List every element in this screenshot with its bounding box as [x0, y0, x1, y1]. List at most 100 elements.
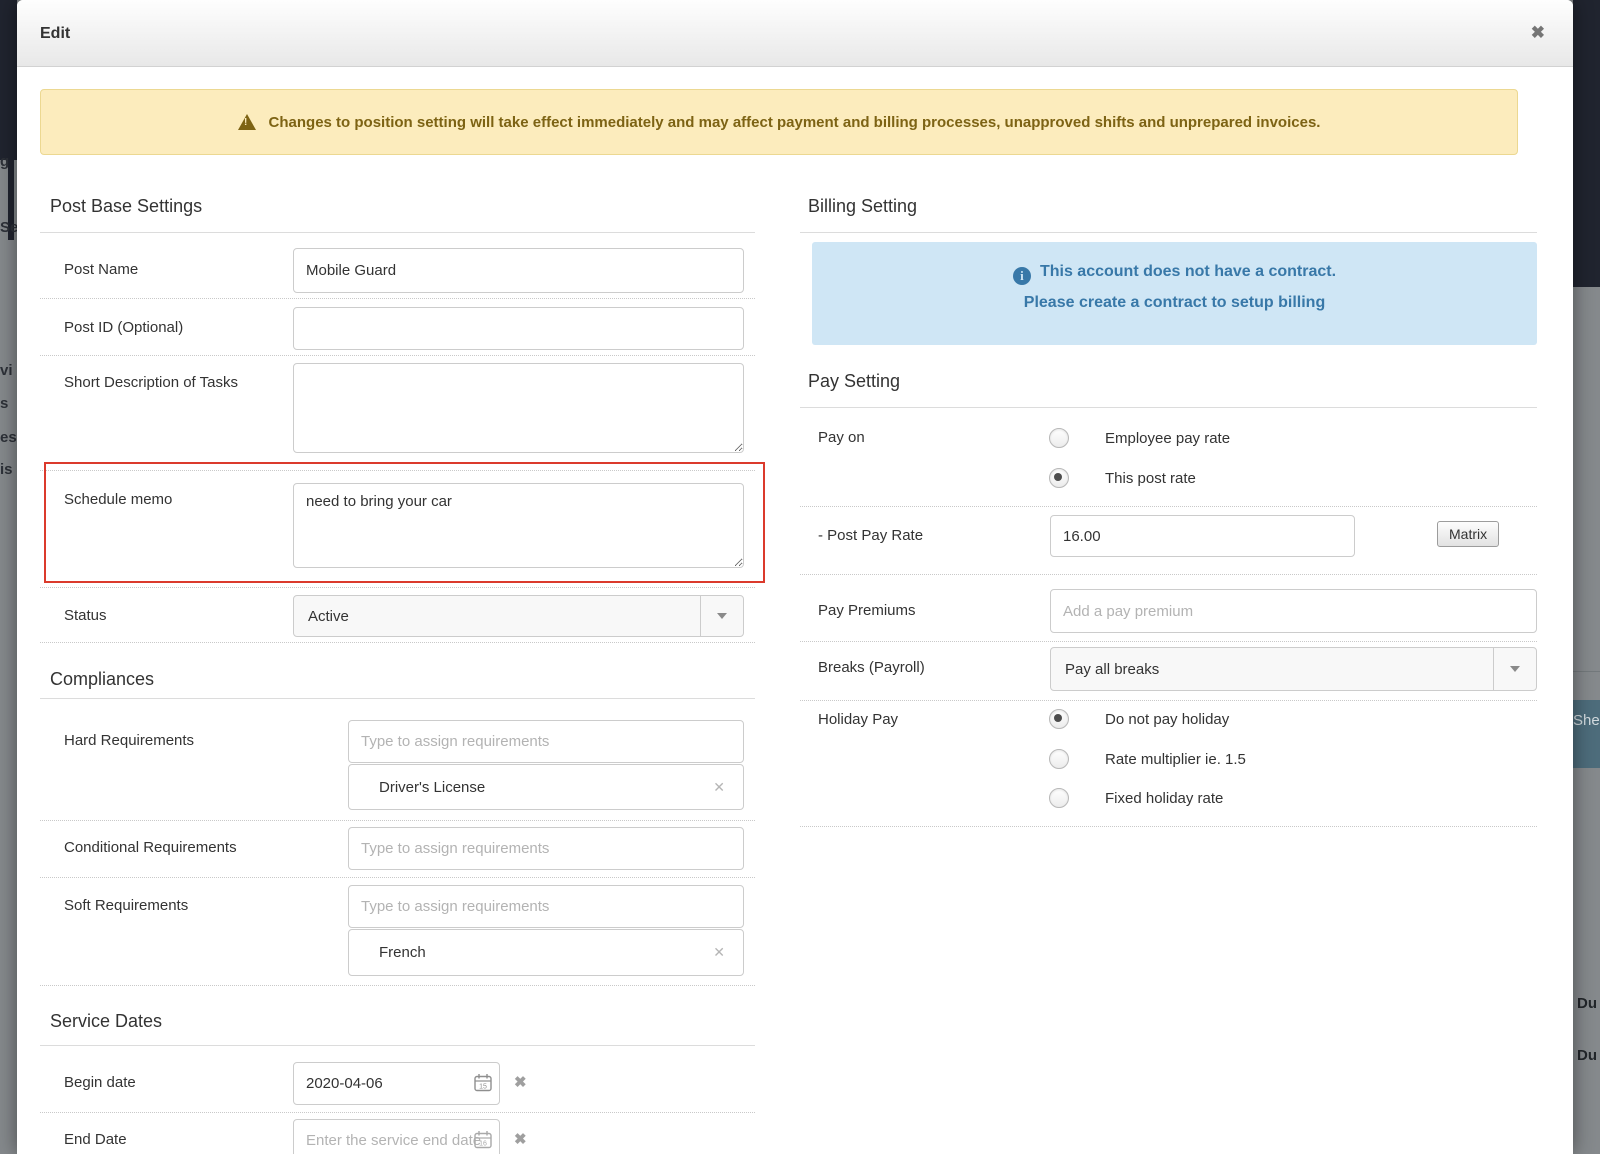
section-heading-service-dates: Service Dates: [50, 1011, 162, 1032]
tag-remove-icon[interactable]: ✕: [713, 944, 743, 961]
pay-on-radio-post-rate[interactable]: [1049, 468, 1069, 488]
close-icon[interactable]: ✖: [1531, 23, 1545, 43]
backdrop-divider: [1573, 671, 1600, 672]
edit-post-modal: Edit ✖ Changes to position setting will …: [17, 0, 1573, 1154]
pay-on-radio-post-rate-label[interactable]: This post rate: [1105, 470, 1196, 487]
row-separator: [40, 1112, 755, 1113]
row-separator: [40, 587, 755, 588]
section-divider: [40, 1045, 755, 1046]
svg-text:15: 15: [479, 1084, 487, 1091]
short-description-textarea[interactable]: [293, 363, 744, 453]
post-pay-rate-input[interactable]: [1050, 515, 1355, 557]
breaks-select-value: Pay all breaks: [1051, 648, 1493, 690]
backdrop-right-strip: She Du Du: [1573, 0, 1600, 1154]
tag-label: French: [349, 944, 713, 961]
tag-remove-icon[interactable]: ✕: [713, 779, 743, 796]
notice-line2: Please create a contract to setup billin…: [812, 294, 1537, 312]
conditional-requirements-label: Conditional Requirements: [64, 839, 237, 856]
section-heading-pay: Pay Setting: [808, 371, 900, 392]
holiday-radio-rate-multiplier[interactable]: [1049, 749, 1069, 769]
row-separator: [40, 820, 755, 821]
section-divider: [800, 407, 1537, 408]
begin-date-input[interactable]: [293, 1062, 500, 1105]
row-separator: [800, 826, 1537, 827]
post-id-label: Post ID (Optional): [64, 319, 183, 336]
backdrop-text-fragment: vi: [0, 362, 13, 379]
row-separator: [40, 470, 755, 471]
calendar-icon[interactable]: 15: [473, 1073, 493, 1093]
conditional-requirements-input[interactable]: [348, 827, 744, 870]
holiday-radio-fixed-rate[interactable]: [1049, 788, 1069, 808]
holiday-pay-label: Holiday Pay: [818, 711, 898, 728]
schedule-memo-label: Schedule memo: [64, 491, 172, 508]
status-label: Status: [64, 607, 107, 624]
background-shift-cell-label: She: [1573, 712, 1600, 729]
soft-requirements-input[interactable]: [348, 885, 744, 928]
row-separator: [800, 641, 1537, 642]
row-separator: [800, 574, 1537, 575]
end-date-clear-icon[interactable]: ✖: [514, 1130, 527, 1148]
begin-date-clear-icon[interactable]: ✖: [514, 1073, 527, 1091]
svg-text:16: 16: [479, 1141, 487, 1148]
row-separator: [40, 642, 755, 643]
backdrop-text-fragment: s: [0, 395, 8, 412]
end-date-label: End Date: [64, 1131, 127, 1148]
pay-on-radio-employee[interactable]: [1049, 428, 1069, 448]
begin-date-label: Begin date: [64, 1074, 136, 1091]
hard-requirements-label: Hard Requirements: [64, 732, 194, 749]
status-select-value: Active: [294, 596, 700, 636]
breaks-select[interactable]: Pay all breaks: [1050, 647, 1537, 691]
pay-premiums-label: Pay Premiums: [818, 602, 916, 619]
schedule-memo-textarea[interactable]: need to bring your car: [293, 483, 744, 568]
holiday-radio-do-not-pay-label[interactable]: Do not pay holiday: [1105, 711, 1229, 728]
chevron-down-icon: [1493, 648, 1536, 690]
post-name-input[interactable]: [293, 248, 744, 293]
warning-icon: [238, 114, 256, 130]
status-select[interactable]: Active: [293, 595, 744, 637]
pay-on-radio-employee-label[interactable]: Employee pay rate: [1105, 430, 1230, 447]
holiday-radio-fixed-rate-label[interactable]: Fixed holiday rate: [1105, 790, 1223, 807]
post-name-label: Post Name: [64, 261, 138, 278]
holiday-radio-do-not-pay[interactable]: [1049, 709, 1069, 729]
background-due-label: Du: [1577, 1047, 1597, 1064]
row-separator: [40, 298, 755, 299]
matrix-button[interactable]: Matrix: [1437, 521, 1499, 547]
post-pay-rate-label: - Post Pay Rate: [818, 527, 923, 544]
modal-header: Edit ✖: [17, 0, 1573, 67]
holiday-radio-rate-multiplier-label[interactable]: Rate multiplier ie. 1.5: [1105, 751, 1246, 768]
end-date-input[interactable]: [293, 1119, 500, 1154]
tag-label: Driver's License: [349, 779, 713, 796]
backdrop-navbar-edge: [8, 0, 14, 240]
section-divider: [800, 232, 1537, 233]
section-divider: [40, 698, 755, 699]
notice-line1: This account does not have a contract.: [1040, 263, 1336, 280]
section-heading-post-base: Post Base Settings: [50, 196, 202, 217]
section-divider: [40, 232, 755, 233]
row-separator: [800, 700, 1537, 701]
backdrop-text-fragment: es: [0, 429, 17, 446]
background-due-label: Du: [1577, 995, 1597, 1012]
tag-french: French ✕: [348, 929, 744, 976]
backdrop-header-edge: [1573, 0, 1600, 287]
chevron-down-icon: [700, 596, 743, 636]
row-separator: [40, 985, 755, 986]
modal-title: Edit: [40, 25, 70, 43]
pay-premiums-input[interactable]: [1050, 589, 1537, 633]
post-id-input[interactable]: [293, 307, 744, 350]
backdrop-text-fragment: g: [0, 153, 9, 170]
breaks-payroll-label: Breaks (Payroll): [818, 659, 925, 676]
tag-drivers-license: Driver's License ✕: [348, 764, 744, 810]
backdrop-text-fragment: Se: [0, 219, 17, 236]
backdrop-text-fragment: is: [0, 461, 13, 478]
warning-banner-text: Changes to position setting will take ef…: [269, 114, 1321, 131]
section-heading-compliances: Compliances: [50, 669, 154, 690]
section-heading-billing: Billing Setting: [808, 196, 917, 217]
calendar-icon[interactable]: 16: [473, 1130, 493, 1150]
hard-requirements-input[interactable]: [348, 720, 744, 763]
row-separator: [40, 355, 755, 356]
background-shift-cell: [1573, 700, 1600, 768]
warning-banner: Changes to position setting will take ef…: [40, 89, 1518, 155]
row-separator: [40, 877, 755, 878]
info-icon: i: [1013, 267, 1031, 285]
row-separator: [800, 506, 1537, 507]
